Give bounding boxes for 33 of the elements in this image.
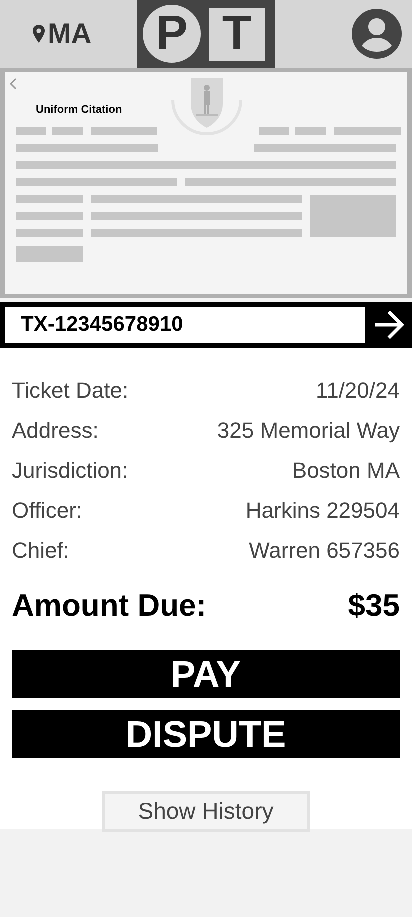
amount-due-label: Amount Due: <box>12 586 207 625</box>
detail-value: Boston MA <box>292 456 400 484</box>
detail-label: Chief: <box>12 536 70 564</box>
pay-button[interactable]: PAY <box>12 650 400 698</box>
user-avatar-icon[interactable] <box>352 9 402 59</box>
detail-label: Address: <box>12 416 99 444</box>
detail-label: Officer: <box>12 496 83 524</box>
text-placeholder <box>52 127 83 135</box>
text-placeholder <box>334 127 401 135</box>
text-placeholder <box>259 127 290 135</box>
text-placeholder <box>16 195 83 203</box>
text-placeholder <box>16 127 46 135</box>
ticket-number-field[interactable]: TX-12345678910 <box>5 307 365 343</box>
text-placeholder <box>295 127 326 135</box>
location-label: MA <box>48 17 92 51</box>
text-placeholder <box>16 246 83 262</box>
text-placeholder <box>16 229 83 237</box>
show-history-button[interactable]: Show History <box>102 791 310 832</box>
detail-value: 325 Memorial Way <box>217 416 400 445</box>
detail-value: 11/20/24 <box>316 376 400 404</box>
text-placeholder <box>16 212 83 220</box>
detail-value: Warren 657356 <box>249 536 400 564</box>
detail-label: Ticket Date: <box>12 376 129 404</box>
amount-due-value: $35 <box>348 586 400 625</box>
document-title: Uniform Citation <box>36 104 122 116</box>
dispute-button[interactable]: DISPUTE <box>12 710 400 758</box>
detail-label: Jurisdiction: <box>12 456 128 484</box>
text-placeholder <box>90 127 158 135</box>
back-chevron-icon[interactable] <box>9 78 17 90</box>
location-pin-icon <box>33 25 45 43</box>
detail-value: Harkins 229504 <box>246 496 400 524</box>
app-logo: P T <box>137 0 275 68</box>
arrow-right-icon <box>372 310 404 340</box>
